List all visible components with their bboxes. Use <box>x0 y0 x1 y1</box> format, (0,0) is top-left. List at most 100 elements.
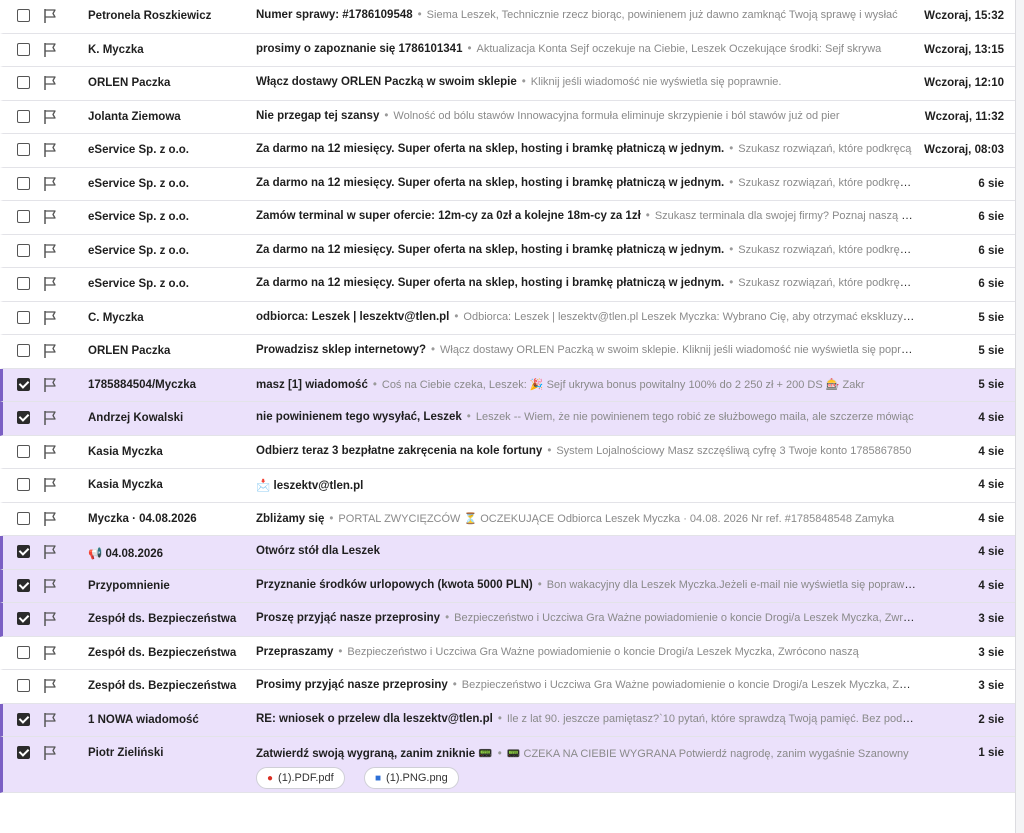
select-checkbox[interactable] <box>17 9 30 22</box>
flag-icon[interactable] <box>43 209 57 225</box>
select-checkbox[interactable] <box>17 545 30 558</box>
subject-line[interactable]: Za darmo na 12 miesięcy. Super oferta na… <box>256 244 916 256</box>
email-subject: Za darmo na 12 miesięcy. Super oferta na… <box>256 176 725 189</box>
flag-icon[interactable] <box>43 745 57 761</box>
email-row[interactable]: eService Sp. z o.o. Za darmo na 12 miesię… <box>0 234 1016 268</box>
scrollbar[interactable] <box>1015 0 1024 833</box>
flag-icon[interactable] <box>43 611 57 627</box>
subject-line[interactable]: Przepraszamy • Bezpieczeństwo i Uczciwa Gr… <box>256 646 916 658</box>
flag-icon[interactable] <box>43 578 57 594</box>
email-row[interactable]: Andrzej Kowalski nie powinienem tego wysy… <box>0 402 1016 436</box>
flag-icon[interactable] <box>43 477 57 493</box>
subject-line[interactable]: prosimy o zapoznanie się 1786101341 • Aktu… <box>256 43 916 55</box>
select-checkbox[interactable] <box>17 76 30 89</box>
flag-icon[interactable] <box>43 343 57 359</box>
subject-line[interactable]: Nie przegap tej szansy • Wolność od bólu s… <box>256 110 916 122</box>
email-row[interactable]: ORLEN Paczka Włącz dostawy ORLEN Paczką w… <box>0 67 1016 101</box>
select-checkbox[interactable] <box>17 712 30 726</box>
flag-icon[interactable] <box>43 410 57 426</box>
select-checkbox[interactable] <box>17 411 30 424</box>
email-row[interactable]: 1785884504/Myczka masz [1] wiadomość • Coś … <box>0 368 1016 402</box>
flag-icon[interactable] <box>43 142 57 158</box>
email-row[interactable]: Przypomnienie Przyznanie środków urlopowy… <box>0 569 1016 603</box>
email-row[interactable]: Myczka · 04.08.2026 Zbliżamy się • PORTAL Z… <box>0 502 1016 536</box>
subject-line[interactable]: Zbliżamy się • PORTAL ZWYCIĘZCÓW ⏳ OCZEKUJ… <box>256 512 916 525</box>
subject-line[interactable]: 📩 leszektv@tlen.pl <box>256 478 916 492</box>
email-preview: Włącz dostawy ORLEN Paczką w swoim sklep… <box>440 344 916 356</box>
email-row[interactable]: Zespół ds. Bezpieczeństwa Prosimy przyjąć… <box>0 670 1016 704</box>
email-row[interactable]: 1 NOWA wiadomość RE: wniosek o przelew dl… <box>0 703 1016 737</box>
flag-icon[interactable] <box>43 645 57 661</box>
select-checkbox[interactable] <box>17 578 30 592</box>
select-checkbox[interactable] <box>17 143 30 156</box>
select-checkbox[interactable] <box>17 176 30 190</box>
select-checkbox[interactable] <box>17 478 30 491</box>
select-checkbox[interactable] <box>17 344 30 357</box>
subject-line[interactable]: Zamów terminal w super ofercie: 12m-cy z… <box>256 210 916 222</box>
flag-icon[interactable] <box>43 444 57 460</box>
email-row[interactable]: Piotr Zieliński Zatwierdź swoją wygraną, … <box>0 737 1016 793</box>
select-checkbox[interactable] <box>17 612 30 625</box>
subject-line[interactable]: Za darmo na 12 miesięcy. Super oferta na… <box>256 177 916 189</box>
subject-line[interactable]: Zatwierdź swoją wygraną, zanim zniknie 📟… <box>256 746 916 760</box>
email-row[interactable]: eService Sp. z o.o. Za darmo na 12 miesię… <box>0 134 1016 168</box>
subject-line[interactable]: Za darmo na 12 miesięcy. Super oferta na… <box>256 277 916 289</box>
subject-line[interactable]: Proszę przyjąć nasze przeprosiny • Bezpiec… <box>256 612 916 624</box>
email-row[interactable]: Jolanta Ziemowa Nie przegap tej szansy • Wo… <box>0 100 1016 134</box>
subject-line[interactable]: odbiorca: Leszek | leszektv@tlen.pl • Odbi… <box>256 311 916 323</box>
email-row[interactable]: K. Myczka prosimy o zapoznanie się 178610… <box>0 33 1016 67</box>
flag-icon[interactable] <box>43 176 57 192</box>
flag-icon[interactable] <box>43 8 57 24</box>
email-row[interactable]: 📢 04.08.2026 Otwórz stół dla Leszek 4 sie <box>0 536 1016 570</box>
select-checkbox[interactable] <box>17 109 30 123</box>
flag-icon[interactable] <box>43 310 57 326</box>
subject-line[interactable]: nie powinienem tego wysyłać, Leszek • Lesz… <box>256 411 916 423</box>
subject-line[interactable]: Prosimy przyjąć nasze przeprosiny • Bezpie… <box>256 679 916 691</box>
flag-icon[interactable] <box>43 42 57 58</box>
subject-line[interactable]: RE: wniosek o przelew dla leszektv@tlen.… <box>256 713 916 725</box>
flag-icon[interactable] <box>43 712 57 728</box>
separator-dot: • <box>497 712 502 725</box>
flag-icon[interactable] <box>43 678 57 694</box>
subject-line[interactable]: Numer sprawy: #1786109548 • Siema Leszek, … <box>256 9 916 21</box>
subject-line[interactable]: Prowadzisz sklep internetowy? • Włącz dost… <box>256 344 916 356</box>
flag-icon[interactable] <box>43 544 57 560</box>
email-row[interactable]: Kasia Myczka Odbierz teraz 3 bezpłatne za… <box>0 435 1016 469</box>
select-checkbox[interactable] <box>17 310 30 324</box>
select-checkbox[interactable] <box>17 746 30 759</box>
flag-icon[interactable] <box>43 109 57 125</box>
select-checkbox[interactable] <box>17 645 30 659</box>
select-checkbox[interactable] <box>17 511 30 525</box>
subject-line[interactable]: Otwórz stół dla Leszek <box>256 545 916 557</box>
flag-icon[interactable] <box>43 377 57 393</box>
select-checkbox[interactable] <box>17 210 30 223</box>
flag-icon[interactable] <box>43 75 57 91</box>
attachment-chip[interactable]: ● (1).PDF.pdf <box>256 767 345 789</box>
flag-icon[interactable] <box>43 511 57 527</box>
flag-icon[interactable] <box>43 243 57 259</box>
email-row[interactable]: eService Sp. z o.o. Za darmo na 12 miesię… <box>0 167 1016 201</box>
subject-line[interactable]: Przyznanie środków urlopowych (kwota 500… <box>256 579 916 591</box>
select-checkbox[interactable] <box>17 243 30 257</box>
select-checkbox[interactable] <box>17 377 30 391</box>
email-row[interactable]: Zespół ds. Bezpieczeństwa Proszę przyjąć … <box>0 603 1016 637</box>
attachment-chip[interactable]: ■ (1).PNG.png <box>364 767 459 789</box>
email-row[interactable]: eService Sp. z o.o. Za darmo na 12 miesię… <box>0 268 1016 302</box>
select-checkbox[interactable] <box>17 277 30 290</box>
email-date: 4 sie <box>978 579 1004 592</box>
email-row[interactable]: Kasia Myczka 📩 leszektv@tlen.pl 4 sie <box>0 469 1016 503</box>
select-checkbox[interactable] <box>17 444 30 458</box>
flag-icon[interactable] <box>43 276 57 292</box>
email-date: Wczoraj, 12:10 <box>924 77 1004 89</box>
email-row[interactable]: ORLEN Paczka Prowadzisz sklep internetowy… <box>0 335 1016 369</box>
email-row[interactable]: eService Sp. z o.o. Zamów terminal w supe… <box>0 201 1016 235</box>
email-row[interactable]: Zespół ds. Bezpieczeństwa Przepraszamy • Be… <box>0 636 1016 670</box>
subject-line[interactable]: masz [1] wiadomość • Coś na Ciebie czeka, … <box>256 378 916 391</box>
subject-line[interactable]: Włącz dostawy ORLEN Paczką w swoim sklep… <box>256 76 916 88</box>
email-row[interactable]: Petronela Roszkiewicz Numer sprawy: #1786… <box>0 0 1016 34</box>
email-row[interactable]: C. Myczka odbiorca: Leszek | leszektv@tle… <box>0 301 1016 335</box>
subject-line[interactable]: Za darmo na 12 miesięcy. Super oferta na… <box>256 143 916 155</box>
select-checkbox[interactable] <box>17 679 30 692</box>
subject-line[interactable]: Odbierz teraz 3 bezpłatne zakręcenia na … <box>256 445 916 457</box>
select-checkbox[interactable] <box>17 42 30 56</box>
